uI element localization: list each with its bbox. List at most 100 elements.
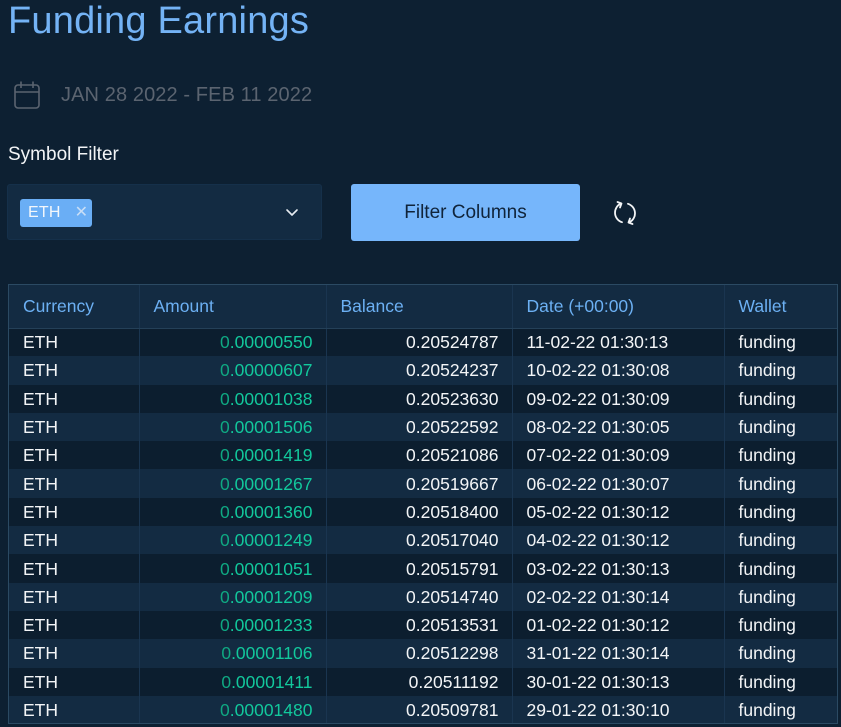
funding-table: Currency Amount Balance Date (+00:00) Wa…: [8, 284, 838, 724]
cell-currency: ETH: [9, 356, 140, 385]
table-row[interactable]: ETH 0.00001506 0.20522592 08-02-22 01:30:05…: [9, 412, 837, 442]
amount-integer-part: 0: [220, 615, 230, 636]
amount-integer-part: 0: [220, 558, 230, 579]
table-row[interactable]: ETH 0.00001233 0.20513531 01-02-22 01:30:12…: [9, 610, 837, 640]
cell-amount: 0.00001209: [139, 582, 327, 611]
amount-integer-part: 0: [220, 332, 230, 353]
table-row[interactable]: ETH 0.00001249 0.20517040 04-02-22 01:30:12…: [9, 526, 837, 555]
cell-amount: 0.00001267: [139, 469, 327, 498]
column-header-currency[interactable]: Currency: [9, 285, 140, 329]
cell-currency: ETH: [9, 469, 140, 498]
cell-date: 06-02-22 01:30:07: [512, 469, 725, 498]
filter-columns-button[interactable]: Filter Columns: [351, 184, 580, 241]
cell-date: 29-01-22 01:30:10: [512, 695, 725, 723]
table-row[interactable]: ETH 0.00001209 0.20514740 02-02-22 01:30:14…: [9, 582, 837, 611]
refresh-icon[interactable]: [611, 199, 639, 227]
cell-amount: 0.00001419: [139, 441, 327, 470]
cell-balance: 0.20515791: [326, 554, 513, 583]
cell-date: 02-02-22 01:30:14: [512, 582, 725, 611]
amount-integer-part: 0: [220, 586, 230, 607]
cell-wallet: funding: [724, 412, 837, 442]
cell-balance: 0.20512298: [326, 639, 513, 668]
symbol-filter-label: Symbol Filter: [8, 144, 119, 165]
symbol-filter-select[interactable]: ETH ✕: [7, 184, 322, 240]
amount-integer-part: 0: [220, 501, 230, 522]
cell-wallet: funding: [724, 497, 837, 527]
column-header-wallet[interactable]: Wallet: [724, 285, 837, 329]
table-row[interactable]: ETH 0.00001038 0.20523630 09-02-22 01:30:09…: [9, 384, 837, 413]
cell-balance: 0.20511192: [326, 667, 513, 696]
cell-currency: ETH: [9, 639, 140, 668]
cell-balance: 0.20521086: [326, 441, 513, 470]
amount-fraction-part: .00000607: [229, 360, 313, 381]
column-header-balance[interactable]: Balance: [326, 285, 513, 329]
cell-balance: 0.20523630: [326, 384, 513, 413]
cell-wallet: funding: [724, 469, 837, 498]
table-row[interactable]: ETH 0.00001106 0.20512298 31-01-22 01:30:14…: [9, 639, 837, 668]
table-row[interactable]: ETH 0.00001419 0.20521086 07-02-22 01:30:09…: [9, 441, 837, 470]
cell-balance: 0.20522592: [326, 412, 513, 442]
table-body: ETH 0.00000550 0.20524787 11-02-22 01:30:13…: [9, 328, 837, 723]
amount-integer-part: 0: [220, 417, 230, 438]
cell-wallet: funding: [724, 639, 837, 668]
cell-amount: 0.00001360: [139, 497, 327, 527]
table-row[interactable]: ETH 0.00001360 0.20518400 05-02-22 01:30:12…: [9, 497, 837, 527]
chevron-down-icon[interactable]: [285, 205, 299, 219]
cell-date: 08-02-22 01:30:05: [512, 412, 725, 442]
cell-balance: 0.20509781: [326, 695, 513, 723]
cell-wallet: funding: [724, 582, 837, 611]
amount-integer-part: 0: [220, 445, 230, 466]
amount-integer-part: 0: [221, 671, 232, 692]
cell-balance: 0.20524237: [326, 356, 513, 385]
table-row[interactable]: ETH 0.00001267 0.20519667 06-02-22 01:30:07…: [9, 469, 837, 498]
cell-balance: 0.20517040: [326, 526, 513, 555]
amount-fraction-part: .00001038: [229, 388, 313, 409]
table-row[interactable]: ETH 0.00001051 0.20515791 03-02-22 01:30:13…: [9, 554, 837, 583]
cell-amount: 0.00001051: [139, 554, 327, 583]
amount-fraction-part: .00001209: [229, 586, 313, 607]
cell-date: 05-02-22 01:30:12: [512, 497, 725, 527]
cell-date: 30-01-22 01:30:13: [512, 667, 725, 696]
amount-integer-part: 0: [221, 643, 232, 664]
cell-currency: ETH: [9, 695, 140, 723]
column-header-date[interactable]: Date (+00:00): [512, 285, 725, 329]
cell-date: 01-02-22 01:30:12: [512, 610, 725, 640]
cell-currency: ETH: [9, 526, 140, 555]
symbol-chip-eth: ETH ✕: [20, 199, 92, 227]
amount-fraction-part: .00001506: [229, 417, 313, 438]
cell-amount: 0.00000550: [139, 328, 327, 357]
amount-fraction-part: .00001419: [229, 445, 313, 466]
date-range-text[interactable]: JAN 28 2022 - FEB 11 2022: [61, 84, 312, 107]
table-header-row: Currency Amount Balance Date (+00:00) Wa…: [9, 285, 837, 329]
amount-fraction-part: .00001411: [231, 671, 313, 692]
close-icon[interactable]: ✕: [75, 205, 88, 221]
cell-currency: ETH: [9, 441, 140, 470]
cell-amount: 0.00001249: [139, 526, 327, 555]
calendar-icon[interactable]: [14, 81, 40, 109]
cell-amount: 0.00001106: [139, 639, 327, 668]
amount-fraction-part: .00000550: [229, 332, 313, 353]
cell-balance: 0.20519667: [326, 469, 513, 498]
amount-integer-part: 0: [220, 473, 230, 494]
amount-fraction-part: .00001267: [229, 473, 313, 494]
table-row[interactable]: ETH 0.00001480 0.20509781 29-01-22 01:30:10…: [9, 695, 837, 723]
cell-currency: ETH: [9, 328, 140, 357]
cell-date: 03-02-22 01:30:13: [512, 554, 725, 583]
cell-wallet: funding: [724, 667, 837, 696]
table-row[interactable]: ETH 0.00001411 0.20511192 30-01-22 01:30:13…: [9, 667, 837, 696]
cell-date: 11-02-22 01:30:13: [512, 328, 725, 357]
date-range-picker[interactable]: JAN 28 2022 - FEB 11 2022: [14, 81, 312, 109]
cell-currency: ETH: [9, 412, 140, 442]
amount-integer-part: 0: [220, 388, 230, 409]
table-row[interactable]: ETH 0.00000607 0.20524237 10-02-22 01:30:08…: [9, 356, 837, 385]
cell-wallet: funding: [724, 356, 837, 385]
amount-fraction-part: .00001106: [231, 643, 313, 664]
cell-date: 07-02-22 01:30:09: [512, 441, 725, 470]
cell-amount: 0.00001233: [139, 610, 327, 640]
table-row[interactable]: ETH 0.00000550 0.20524787 11-02-22 01:30:13…: [9, 328, 837, 357]
column-header-amount[interactable]: Amount: [139, 285, 327, 329]
cell-balance: 0.20513531: [326, 610, 513, 640]
amount-fraction-part: .00001051: [229, 558, 313, 579]
cell-currency: ETH: [9, 582, 140, 611]
amount-fraction-part: .00001249: [229, 530, 313, 551]
